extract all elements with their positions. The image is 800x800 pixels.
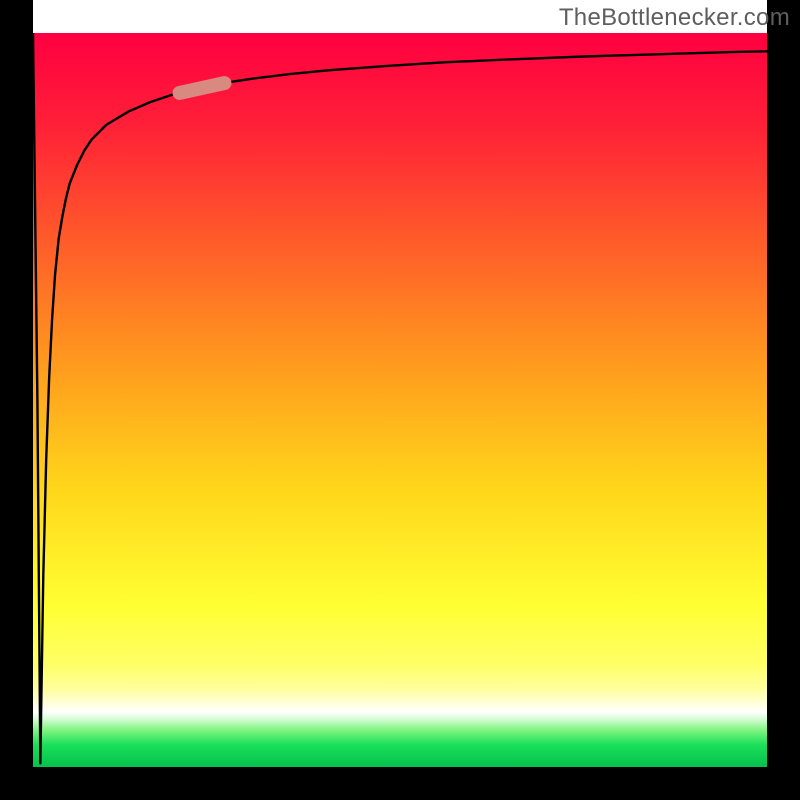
bottleneck-curve-svg [33, 33, 767, 767]
frame-right [767, 0, 800, 800]
frame-left [0, 0, 33, 800]
frame-bottom [0, 767, 800, 800]
bottleneck-curve-path [33, 33, 767, 763]
chart-container: TheBottlenecker.com [0, 0, 800, 800]
watermark-text: TheBottlenecker.com [559, 4, 790, 32]
